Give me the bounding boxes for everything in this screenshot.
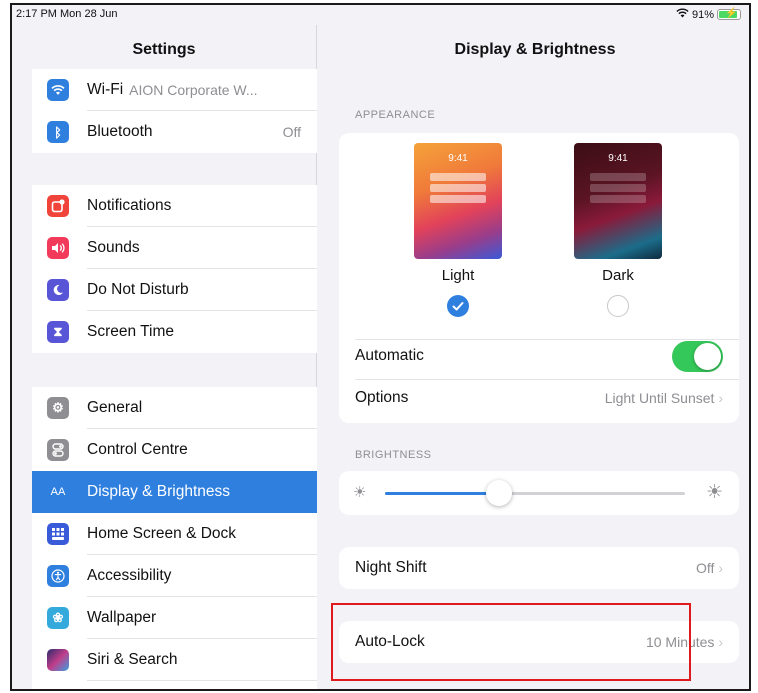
sidebar-item-label: General [87, 399, 143, 416]
sidebar-item-sounds[interactable]: Sounds [32, 227, 317, 269]
wifi-icon [47, 79, 69, 101]
dark-mode-thumbnail[interactable]: 9:41 [574, 143, 662, 259]
brightness-slider-thumb[interactable] [486, 480, 512, 506]
sidebar-item-partial[interactable] [32, 681, 317, 689]
sidebar-item-label: Bluetooth [87, 123, 153, 140]
sidebar-item-notifications[interactable]: Notifications [32, 185, 317, 227]
display-brightness-panel: Display & Brightness APPEARANCE 9:41 9:4… [317, 25, 749, 689]
appearance-header: APPEARANCE [355, 109, 436, 121]
sidebar-title: Settings [132, 41, 196, 58]
wifi-status-icon [676, 8, 689, 21]
chevron-right-icon: › [718, 634, 723, 650]
chevron-right-icon: › [718, 560, 723, 576]
sidebar-item-label: Screen Time [87, 323, 175, 340]
dark-mode-label: Dark [602, 267, 634, 284]
sidebar-item-wallpaper[interactable]: ❀ Wallpaper [32, 597, 317, 639]
sounds-icon [47, 237, 69, 259]
page-title: Display & Brightness [454, 41, 616, 58]
automatic-toggle[interactable] [672, 341, 723, 372]
night-shift-label: Night Shift [355, 559, 427, 576]
display-brightness-icon: AA [47, 481, 69, 503]
status-time: 2:17 PM Mon 28 Jun [16, 8, 118, 20]
appearance-card: 9:41 9:41 Light Dark Automatic Options L… [339, 133, 739, 423]
bluetooth-value: Off [282, 124, 301, 140]
moon-icon [47, 279, 69, 301]
sidebar-item-label: Home Screen & Dock [87, 525, 237, 542]
status-right: 91% ⚡ [676, 8, 741, 21]
sidebar-item-label: Accessibility [87, 567, 172, 584]
sidebar-item-label: Siri & Search [87, 651, 178, 668]
sidebar-item-siri-search[interactable]: Siri & Search [32, 639, 317, 681]
wallpaper-icon: ❀ [47, 607, 69, 629]
automatic-label: Automatic [355, 347, 424, 364]
night-shift-row[interactable]: Night Shift Off › [339, 547, 739, 589]
sidebar-item-control-centre[interactable]: Control Centre [32, 429, 317, 471]
options-label: Options [355, 389, 409, 406]
sidebar-item-label: Control Centre [87, 441, 188, 458]
home-screen-icon [47, 523, 69, 545]
wifi-network-value: AION Corporate W... [129, 82, 258, 98]
light-mode-thumbnail[interactable]: 9:41 [414, 143, 502, 259]
hourglass-icon: ⧗ [47, 321, 69, 343]
battery-icon: ⚡ [717, 8, 741, 20]
sidebar-item-accessibility[interactable]: Accessibility [32, 555, 317, 597]
sidebar-item-home-screen-dock[interactable]: Home Screen & Dock [32, 513, 317, 555]
ipad-screen: 2:17 PM Mon 28 Jun 91% ⚡ Settings Wi-Fi … [10, 3, 751, 691]
light-mode-checkmark-icon[interactable] [447, 295, 469, 317]
sidebar-item-display-brightness[interactable]: AA Display & Brightness [32, 471, 317, 513]
brightness-slider-fill [385, 492, 499, 495]
sidebar-item-label: Wi-Fi [87, 81, 124, 98]
gear-icon: ⚙ [47, 397, 69, 419]
accessibility-icon [47, 565, 69, 587]
sun-large-icon: ☀ [705, 482, 723, 503]
sidebar-item-label: Notifications [87, 197, 172, 214]
sidebar-item-screen-time[interactable]: ⧗ Screen Time [32, 311, 317, 353]
options-row[interactable]: Light Until Sunset › [605, 390, 723, 406]
dark-mode-radio[interactable] [607, 295, 629, 317]
sidebar: Settings Wi-Fi AION Corporate W... ᛒ Blu… [12, 25, 317, 689]
brightness-card: ☀ ☀ [339, 471, 739, 515]
bluetooth-icon: ᛒ [47, 121, 69, 143]
sidebar-item-label: Sounds [87, 239, 140, 256]
siri-icon [47, 649, 69, 671]
notifications-icon [47, 195, 69, 217]
night-shift-value: Off [696, 560, 715, 576]
sidebar-item-do-not-disturb[interactable]: Do Not Disturb [32, 269, 317, 311]
light-mode-label: Light [441, 267, 475, 284]
chevron-right-icon: › [718, 390, 723, 406]
sidebar-item-label: Display & Brightness [87, 483, 231, 500]
sidebar-item-wifi[interactable]: Wi-Fi AION Corporate W... [32, 69, 317, 111]
control-centre-icon [47, 439, 69, 461]
battery-percent: 91% [691, 8, 714, 21]
options-value: Light Until Sunset [604, 390, 715, 406]
status-bar: 2:17 PM Mon 28 Jun 91% ⚡ [12, 5, 749, 25]
highlight-box [331, 603, 691, 681]
sun-small-icon: ☀ [353, 484, 367, 501]
sidebar-item-general[interactable]: ⚙ General [32, 387, 317, 429]
brightness-header: BRIGHTNESS [355, 449, 432, 461]
sidebar-item-bluetooth[interactable]: ᛒ Bluetooth Off [32, 111, 317, 153]
sidebar-item-label: Wallpaper [87, 609, 157, 626]
sidebar-item-label: Do Not Disturb [87, 281, 189, 298]
